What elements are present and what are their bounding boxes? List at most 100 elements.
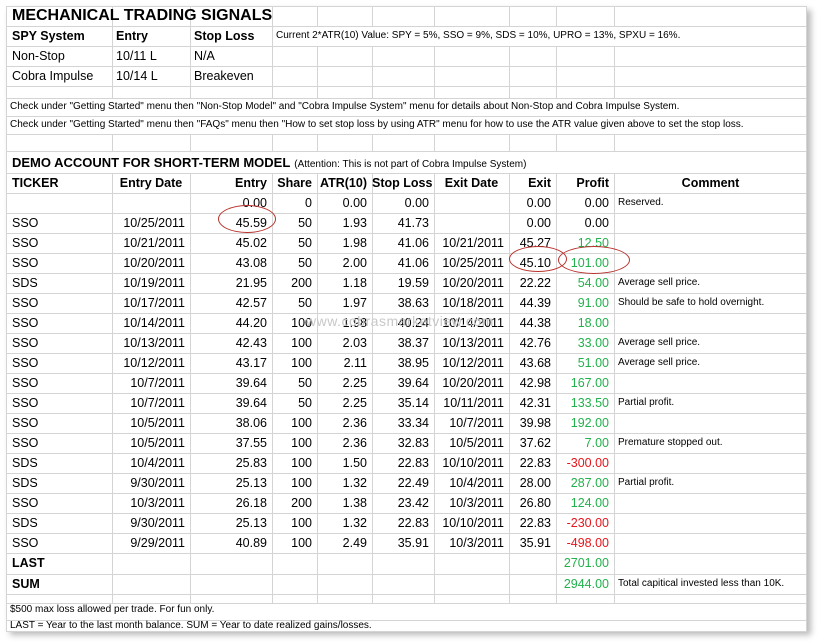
cell-atr: 2.00 [342, 256, 367, 270]
cell-exit: 42.98 [519, 376, 551, 390]
cell-stop: 22.83 [397, 456, 429, 470]
cell-stop: 38.63 [397, 296, 429, 310]
grid-line [509, 6, 510, 26]
cell-exit-date: 10/10/2011 [442, 456, 504, 470]
cell-entry: 25.13 [235, 476, 267, 490]
grid-line [6, 134, 807, 135]
cell-exit-date: 10/10/2011 [442, 516, 504, 530]
cell-share: 100 [291, 516, 312, 530]
grid-line [614, 86, 615, 98]
cell-share: 200 [291, 496, 312, 510]
signals-entry: 10/11 L [116, 49, 157, 63]
cell-ticker: SSO [12, 436, 39, 450]
cell-entry: 40.89 [235, 536, 267, 550]
cell-ticker: SSO [12, 336, 39, 350]
cell-entry-date: 10/14/2011 [123, 316, 185, 330]
cell-share: 200 [291, 276, 312, 290]
cell-profit: -300.00 [566, 456, 609, 470]
cell-entry: 43.17 [235, 356, 267, 370]
cell-share: 50 [298, 216, 312, 230]
cell-entry: 37.55 [235, 436, 267, 450]
cell-comment: Average sell price. [618, 277, 701, 288]
footnote: $500 max loss allowed per trade. For fun… [10, 604, 215, 615]
cell-exit: 44.38 [519, 316, 551, 330]
cell-stop: 35.91 [397, 536, 429, 550]
grid-line [614, 173, 615, 594]
cell-ticker [12, 193, 112, 213]
grid-line [112, 26, 113, 86]
grid-line [317, 86, 318, 98]
cell-share: 50 [298, 256, 312, 270]
cell-stop: 22.49 [397, 476, 429, 490]
cell-exit-date: 10/13/2011 [442, 336, 504, 350]
cell-entry-date: 10/12/2011 [123, 356, 185, 370]
grid-line [190, 86, 191, 98]
column-header: ATR(10) [320, 176, 367, 190]
cell-profit: 51.00 [577, 356, 609, 370]
cell-entry: 42.57 [235, 296, 267, 310]
cell-profit: -498.00 [566, 536, 609, 550]
cell-stop: 39.64 [397, 376, 429, 390]
grid-line [556, 594, 557, 603]
note-line: Check under "Getting Started" menu then … [10, 101, 680, 112]
signals-system: Cobra Impulse [12, 69, 94, 83]
grid-line [272, 26, 273, 86]
cell-ticker: SDS [12, 516, 38, 530]
cell-atr: 2.49 [342, 536, 367, 550]
cell-comment [618, 213, 808, 233]
cell-entry-date: 10/19/2011 [123, 276, 185, 290]
cell-atr: 2.03 [342, 336, 367, 350]
cell-ticker: SSO [12, 216, 39, 230]
cell-ticker: SSO [12, 296, 39, 310]
cell-atr: 0.00 [342, 196, 367, 210]
cell-exit: 37.62 [519, 436, 551, 450]
cell-share: 50 [298, 236, 312, 250]
grid-line [556, 6, 557, 26]
cell-profit: 192.00 [570, 416, 609, 430]
cell-exit: 0.00 [526, 216, 551, 230]
cell-stop: 38.95 [397, 356, 429, 370]
cell-stop: 41.06 [397, 236, 429, 250]
spreadsheet: MECHANICAL TRADING SIGNALS SPY System Entr… [6, 6, 808, 632]
last-label: LAST [12, 556, 45, 570]
grid-line [372, 46, 373, 86]
cell-entry: 42.43 [235, 336, 267, 350]
cell-exit-date [434, 193, 504, 213]
cell-profit: 33.00 [577, 336, 609, 350]
cell-share: 50 [298, 396, 312, 410]
grid-line [272, 134, 273, 151]
column-header: Entry [235, 176, 267, 190]
cell-entry: 38.06 [235, 416, 267, 430]
highlight-oval-entry [218, 205, 276, 233]
cell-exit-date: 10/3/2011 [449, 496, 504, 510]
cell-comment [618, 233, 808, 253]
cell-profit: -230.00 [566, 516, 609, 530]
cell-exit: 28.00 [519, 476, 551, 490]
grid-line [6, 553, 807, 554]
cell-entry-date: 10/20/2011 [123, 256, 185, 270]
cell-share: 100 [291, 356, 312, 370]
cell-entry-date [112, 193, 185, 213]
cell-ticker: SDS [12, 476, 38, 490]
grid-line [6, 594, 807, 595]
cell-entry-date: 10/3/2011 [130, 496, 185, 510]
cell-ticker: SSO [12, 376, 39, 390]
cell-exit-date: 10/11/2011 [443, 396, 504, 410]
cell-entry: 26.18 [235, 496, 267, 510]
column-header: Entry Date [119, 176, 183, 190]
cell-atr: 2.25 [342, 396, 367, 410]
column-header: TICKER [12, 176, 59, 190]
cell-comment [618, 253, 808, 273]
cell-exit-date: 10/4/2011 [449, 476, 504, 490]
cell-exit-date: 10/20/2011 [442, 276, 504, 290]
highlight-oval-profit [558, 246, 630, 274]
cell-profit: 133.50 [570, 396, 609, 410]
cell-ticker: SDS [12, 456, 38, 470]
cell-stop: 38.37 [397, 336, 429, 350]
cell-entry-date: 10/13/2011 [123, 336, 185, 350]
cell-exit: 22.83 [519, 516, 551, 530]
cell-comment [618, 453, 808, 473]
demo-attention: (Attention: This is not part of Cobra Im… [294, 159, 527, 170]
column-header: Share [277, 176, 312, 190]
cell-comment [618, 413, 808, 433]
